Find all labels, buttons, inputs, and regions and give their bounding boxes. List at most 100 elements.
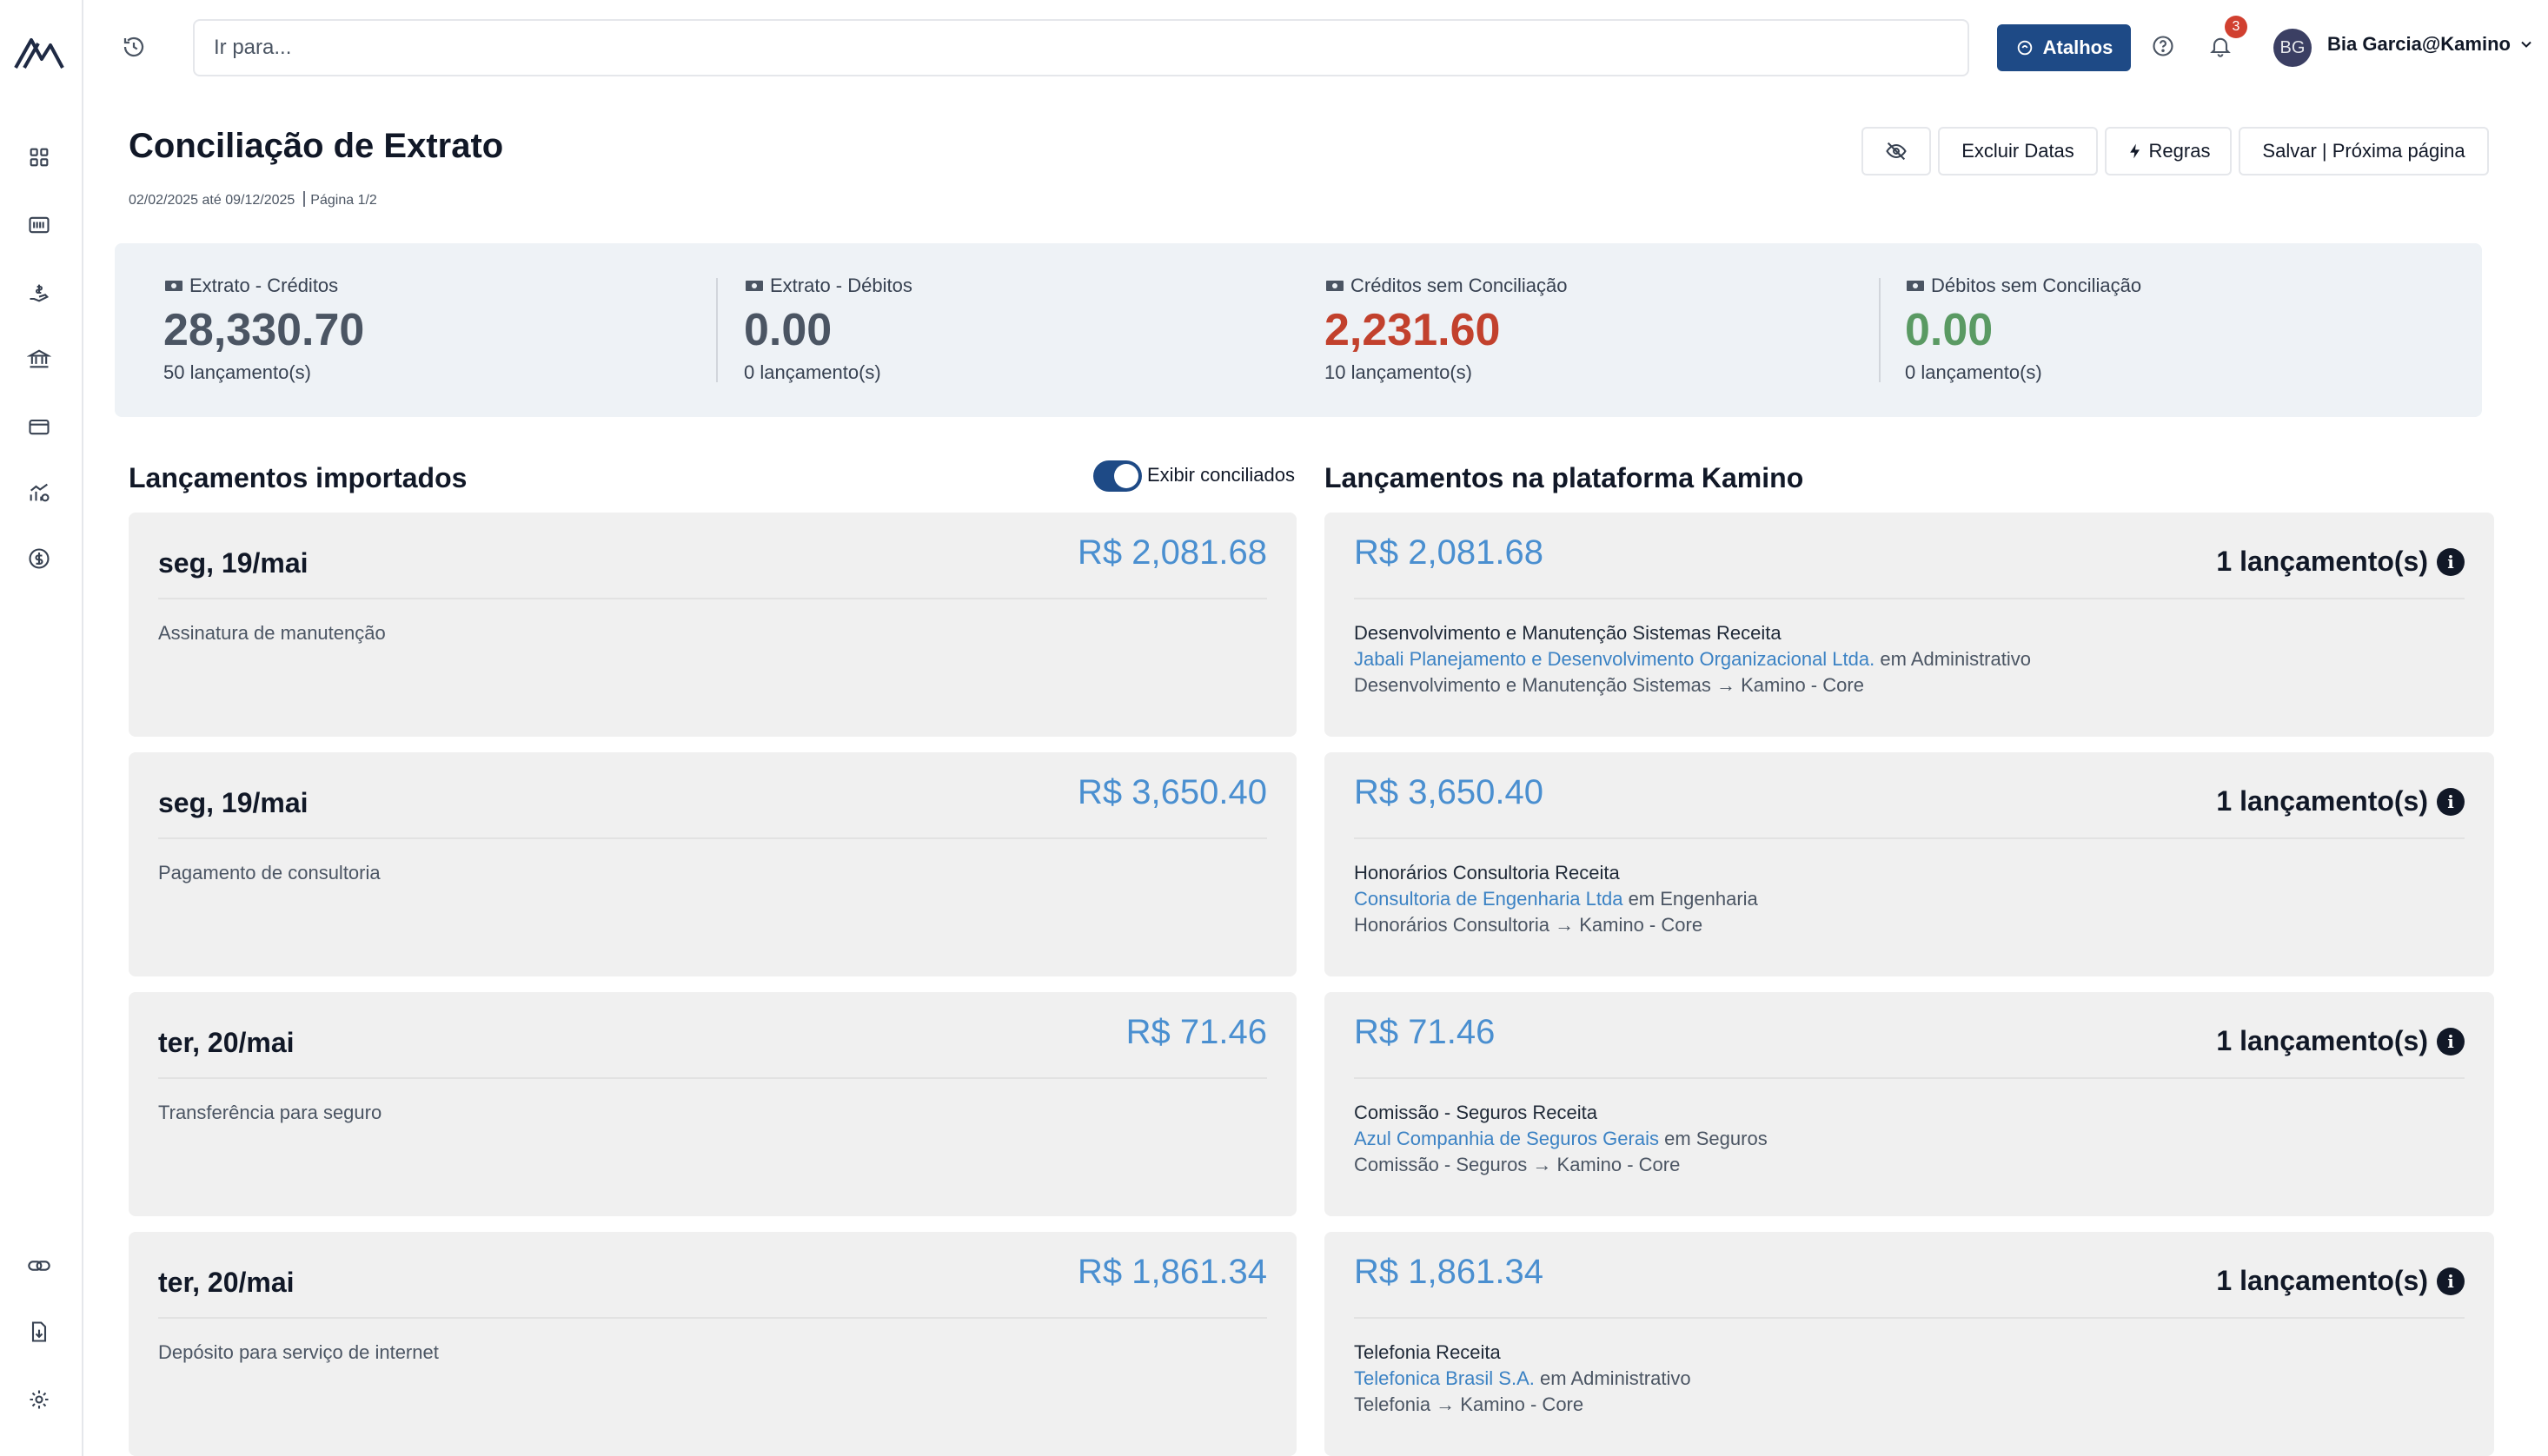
company-link[interactable]: Consultoria de Engenharia Ltda	[1354, 888, 1622, 910]
stat-value: 0.00	[744, 305, 833, 355]
kamino-logo[interactable]	[12, 30, 66, 75]
hand-money-icon[interactable]	[24, 278, 54, 308]
dashboard-icon[interactable]	[24, 142, 54, 172]
gear-icon[interactable]	[24, 1385, 54, 1414]
page-title: Conciliação de Extrato	[129, 127, 504, 165]
imported-entry-card[interactable]: ter, 20/mai R$ 71.46 Transferência para …	[129, 992, 1297, 1216]
bank-icon[interactable]	[24, 344, 54, 374]
chart-icon[interactable]	[24, 478, 54, 507]
date-range-info: 02/02/2025 até 09/12/2025 Página 1/2	[129, 191, 377, 208]
stat-value: 2,231.60	[1324, 305, 1501, 355]
imported-entry-card[interactable]: seg, 19/mai R$ 2,081.68 Assinatura de ma…	[129, 513, 1297, 737]
save-next-label: Salvar | Próxima página	[2262, 140, 2465, 162]
entry-category: Telefonia Receita	[1354, 1341, 1501, 1363]
save-next-page-button[interactable]: Salvar | Próxima página	[2239, 127, 2489, 175]
entry-date: seg, 19/mai	[158, 787, 309, 818]
platform-entry-card[interactable]: R$ 2,081.68 1 lançamento(s) i Desenvolvi…	[1324, 513, 2494, 737]
eye-off-icon	[1886, 142, 1907, 161]
entry-amount: R$ 2,081.68	[1354, 533, 1543, 572]
stat-count: 0 lançamento(s)	[744, 361, 881, 383]
barcode-icon[interactable]	[24, 210, 54, 240]
stat-label: Extrato - Débitos	[770, 275, 912, 296]
imported-entry-card[interactable]: ter, 20/mai R$ 1,861.34 Depósito para se…	[129, 1232, 1297, 1456]
entry-count: 1 lançamento(s) i	[2216, 785, 2465, 817]
company-link[interactable]: Telefonica Brasil S.A.	[1354, 1367, 1535, 1389]
stat-count: 10 lançamento(s)	[1324, 361, 1472, 383]
dollar-coin-icon[interactable]	[24, 544, 54, 573]
money-bill-icon	[165, 281, 182, 291]
platform-entry-card[interactable]: R$ 71.46 1 lançamento(s) i Comissão - Se…	[1324, 992, 2494, 1216]
entry-route: Honorários Consultoria → Kamino - Core	[1354, 914, 1703, 936]
entry-amount: R$ 1,861.34	[1354, 1253, 1543, 1291]
entry-company-line: Jabali Planejamento e Desenvolvimento Or…	[1354, 648, 2031, 671]
entry-category: Desenvolvimento e Manutenção Sistemas Re…	[1354, 622, 1782, 644]
imported-entries-title: Lançamentos importados	[129, 462, 468, 493]
stat-count: 0 lançamento(s)	[1905, 361, 2042, 383]
rocket-icon	[2017, 40, 2032, 56]
entry-description: Depósito para serviço de internet	[158, 1341, 439, 1363]
entry-route: Telefonia → Kamino - Core	[1354, 1393, 1584, 1415]
info-icon[interactable]: i	[2437, 547, 2465, 576]
shortcuts-label: Atalhos	[2042, 36, 2113, 58]
entry-route: Comissão - Seguros → Kamino - Core	[1354, 1154, 1681, 1175]
entry-company-line: Azul Companhia de Seguros Gerais em Segu…	[1354, 1128, 1768, 1150]
file-download-icon[interactable]	[24, 1317, 54, 1347]
avatar[interactable]: BG	[2273, 29, 2312, 67]
entry-category: Honorários Consultoria Receita	[1354, 862, 1620, 884]
sidebar	[0, 0, 83, 1456]
money-bill-icon	[1326, 281, 1344, 291]
stat-value: 28,330.70	[163, 305, 365, 355]
stat-count: 50 lançamento(s)	[163, 361, 311, 383]
company-link[interactable]: Jabali Planejamento e Desenvolvimento Or…	[1354, 648, 1875, 670]
entry-count: 1 lançamento(s) i	[2216, 1265, 2465, 1297]
entry-date: seg, 19/mai	[158, 547, 309, 579]
entry-amount: R$ 1,861.34	[1078, 1253, 1267, 1291]
stat-label: Débitos sem Conciliação	[1931, 275, 2142, 296]
department: em Seguros	[1658, 1128, 1768, 1149]
money-bill-icon	[1907, 281, 1924, 291]
rules-button[interactable]: Regras	[2105, 127, 2232, 175]
summary-panel: Extrato - Créditos 28,330.70 50 lançamen…	[115, 243, 2482, 417]
imported-entry-card[interactable]: seg, 19/mai R$ 3,650.40 Pagamento de con…	[129, 752, 1297, 976]
rules-label: Regras	[2148, 140, 2211, 162]
info-icon[interactable]: i	[2437, 1267, 2465, 1295]
entry-description: Assinatura de manutenção	[158, 622, 386, 644]
entry-amount: R$ 71.46	[1125, 1013, 1267, 1051]
platform-entries-title: Lançamentos na plataforma Kamino	[1324, 462, 1804, 493]
company-link[interactable]: Azul Companhia de Seguros Gerais	[1354, 1128, 1659, 1149]
link-icon[interactable]	[24, 1251, 54, 1281]
stat-value: 0.00	[1905, 305, 1994, 355]
hide-button[interactable]	[1861, 127, 1931, 175]
entry-description: Transferência para seguro	[158, 1102, 382, 1123]
history-icon[interactable]	[118, 31, 149, 63]
lightning-icon	[2129, 143, 2140, 159]
department: em Administrativo	[1875, 648, 2031, 670]
platform-entry-card[interactable]: R$ 1,861.34 1 lançamento(s) i Telefonia …	[1324, 1232, 2494, 1456]
credit-card-icon[interactable]	[24, 412, 54, 441]
entry-count: 1 lançamento(s) i	[2216, 546, 2465, 578]
show-reconciled-toggle[interactable]	[1093, 460, 1142, 492]
stat-label: Créditos sem Conciliação	[1350, 275, 1568, 296]
entry-description: Pagamento de consultoria	[158, 862, 381, 884]
entry-amount: R$ 2,081.68	[1078, 533, 1267, 572]
info-icon[interactable]: i	[2437, 1027, 2465, 1056]
department: em Administrativo	[1534, 1367, 1691, 1389]
search-input[interactable]	[193, 19, 1969, 76]
show-reconciled-label: Exibir conciliados	[1147, 464, 1295, 486]
info-icon[interactable]: i	[2437, 787, 2465, 816]
shortcuts-button[interactable]: Atalhos	[1997, 24, 2131, 71]
user-menu[interactable]: Bia Garcia@Kamino	[2327, 33, 2535, 56]
exclude-dates-button[interactable]: Excluir Datas	[1938, 127, 2098, 175]
entry-amount: R$ 3,650.40	[1354, 773, 1543, 811]
platform-entry-card[interactable]: R$ 3,650.40 1 lançamento(s) i Honorários…	[1324, 752, 2494, 976]
help-icon[interactable]	[2148, 31, 2178, 61]
date-range: 02/02/2025 até 09/12/2025	[129, 193, 295, 208]
stat-label: Extrato - Créditos	[189, 275, 339, 296]
entry-amount: R$ 3,650.40	[1078, 773, 1267, 811]
entry-company-line: Consultoria de Engenharia Ltda em Engenh…	[1354, 888, 1758, 910]
notification-badge: 3	[2225, 16, 2247, 38]
exclude-dates-label: Excluir Datas	[1961, 140, 2074, 162]
page-indicator: Página 1/2	[310, 193, 377, 208]
chevron-down-icon	[2521, 41, 2531, 48]
department: em Engenharia	[1622, 888, 1758, 910]
